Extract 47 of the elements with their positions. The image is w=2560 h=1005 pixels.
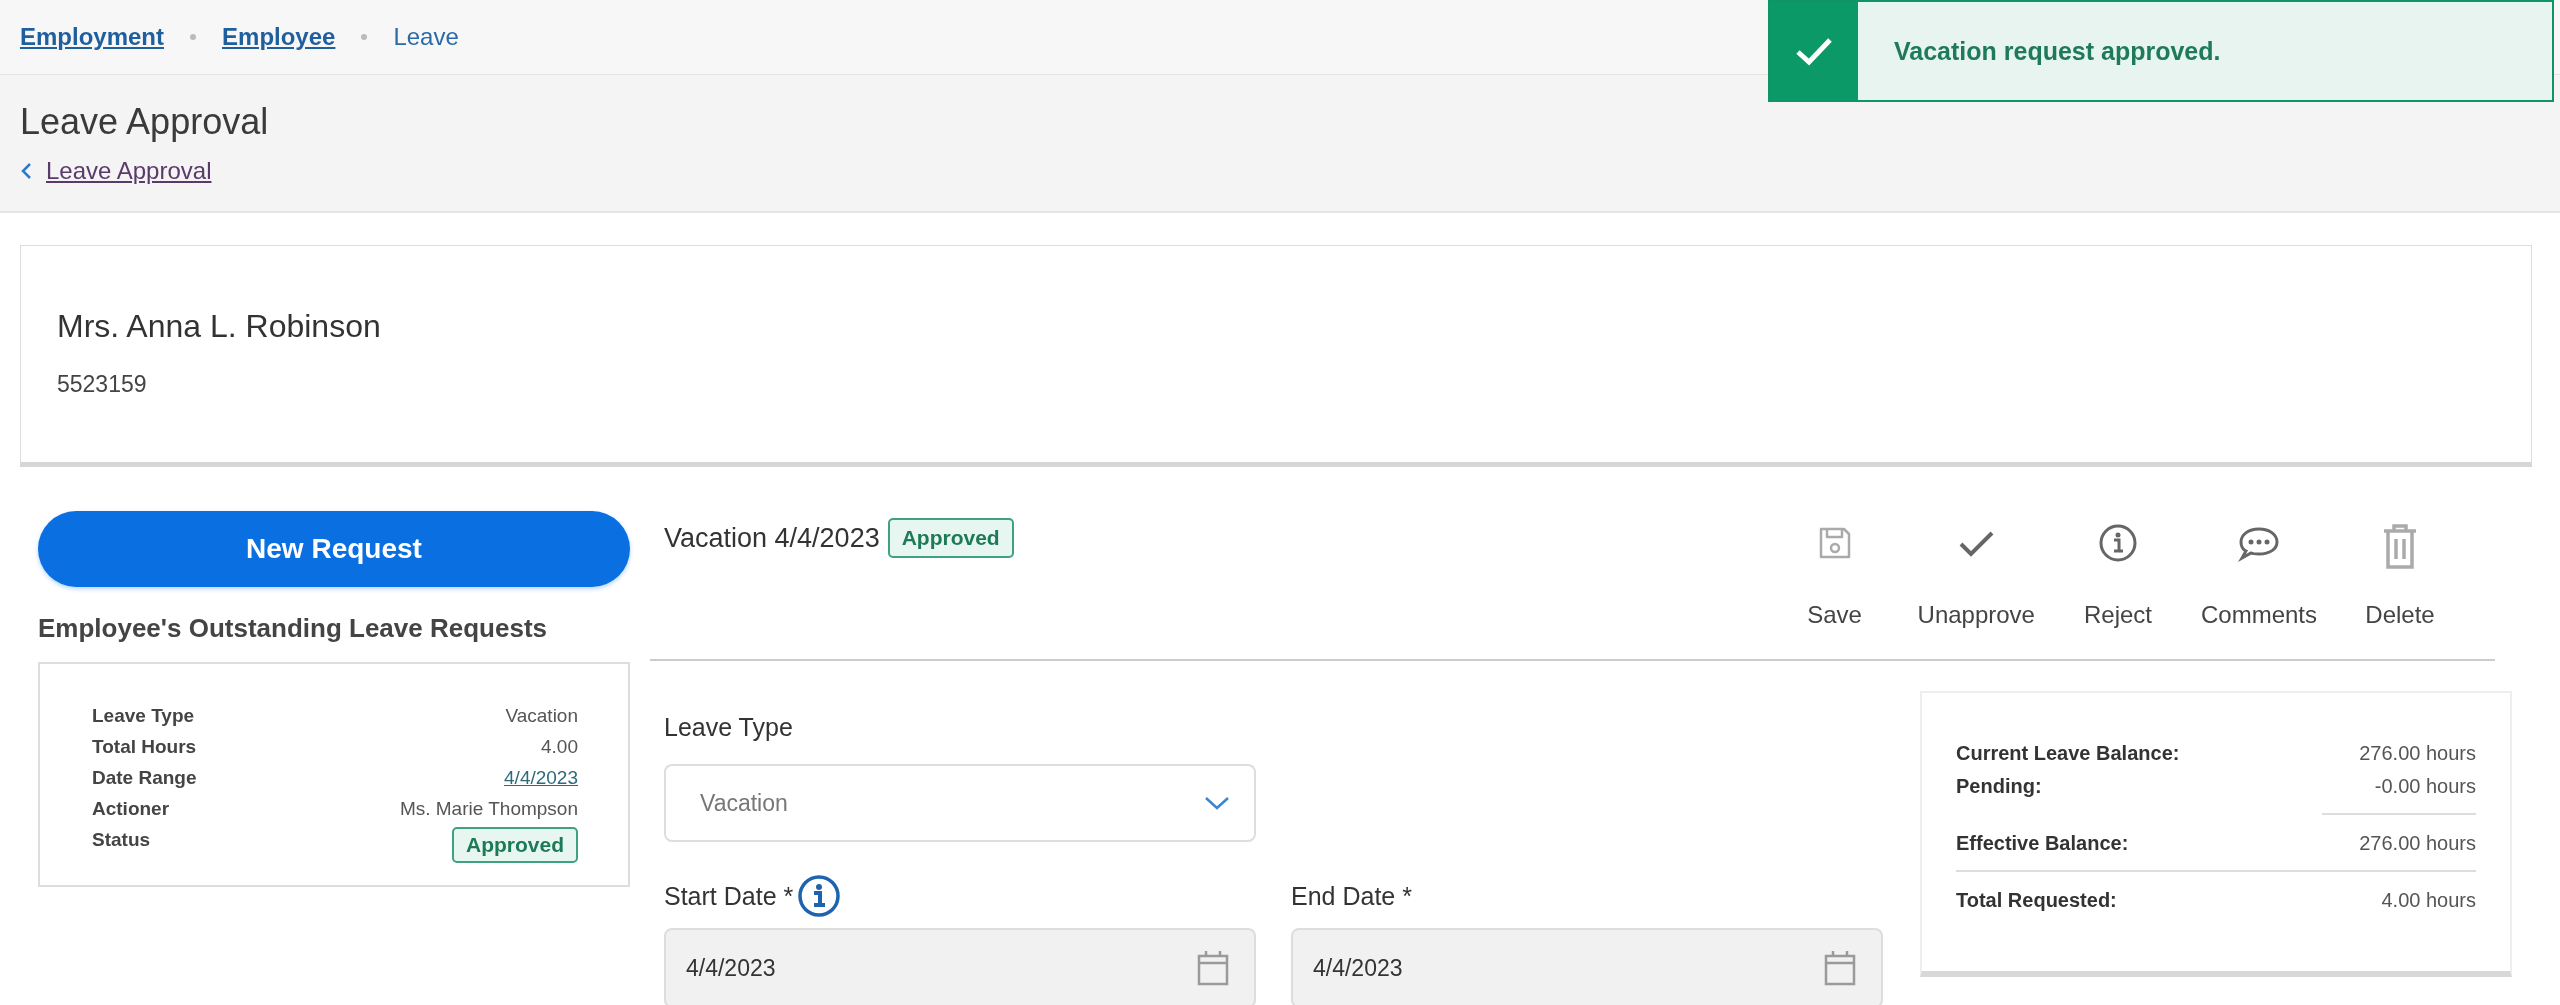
toolbar-button[interactable]: Unapprove <box>1907 511 2045 629</box>
breadcrumb-link[interactable]: Employment <box>20 23 165 51</box>
info-icon[interactable] <box>797 874 842 918</box>
balance-value: 276.00 hours <box>2359 832 2476 855</box>
date-range-link[interactable]: 4/4/2023 <box>504 766 578 789</box>
balance-label: Current Leave Balance: <box>1956 742 2180 765</box>
employee-name: Mrs. Anna L. Robinson <box>57 308 382 345</box>
leave-type-dropdown[interactable]: Vacation <box>664 764 1256 842</box>
field-label: Leave Type <box>664 713 794 742</box>
toast-message: Vacation request approved. <box>1894 36 2221 66</box>
balance-value: 4.00 hours <box>2381 889 2476 912</box>
back-link[interactable]: Leave Approval <box>40 157 212 185</box>
breadcrumb-link[interactable]: Employee <box>222 23 336 51</box>
field-label: Actioner <box>92 797 170 820</box>
balance-value: 276.00 hours <box>2359 742 2476 765</box>
chevron-down-icon <box>1204 795 1230 811</box>
section-heading: Employee's Outstanding Leave Requests <box>38 613 548 644</box>
balance-label: Effective Balance: <box>1956 832 2129 855</box>
status-badge: Approved <box>452 826 578 863</box>
start-date-field[interactable]: 4/4/2023 <box>664 928 1256 1005</box>
field-label: Status <box>92 828 151 851</box>
field-label: Start Date * <box>664 881 794 911</box>
employee-number: 5523159 <box>57 371 148 398</box>
field-value: Ms. Marie Thompson <box>399 797 578 820</box>
breadcrumb-current: Leave <box>393 23 459 51</box>
new-request-button[interactable]: New Request <box>38 511 630 587</box>
calendar-icon <box>1823 949 1857 987</box>
page-title: Leave Approval <box>20 101 270 143</box>
calendar-icon <box>1196 949 1230 987</box>
field-value: 4.00 <box>541 735 578 758</box>
request-title: Vacation 4/4/2023 <box>664 522 880 554</box>
breadcrumb-separator <box>190 34 197 40</box>
chevron-left-icon <box>20 161 32 181</box>
balance-label: Total Requested: <box>1956 889 2117 912</box>
breadcrumb-separator <box>361 34 368 40</box>
field-label: End Date * <box>1291 881 1412 911</box>
toolbar-button[interactable]: Comments <box>2190 511 2327 629</box>
end-date-field[interactable]: 4/4/2023 <box>1291 928 1883 1005</box>
toolbar-button[interactable]: Reject <box>2052 511 2183 629</box>
balance-value: -0.00 hours <box>2374 775 2476 798</box>
info-icon <box>2097 523 2138 563</box>
field-label: Leave Type <box>92 704 195 727</box>
field-label: Date Range <box>92 766 197 789</box>
status-badge: Approved <box>887 518 1014 558</box>
field-value: Vacation <box>505 704 578 727</box>
field-label: Total Hours <box>92 735 197 758</box>
balance-label: Pending: <box>1956 775 2042 798</box>
